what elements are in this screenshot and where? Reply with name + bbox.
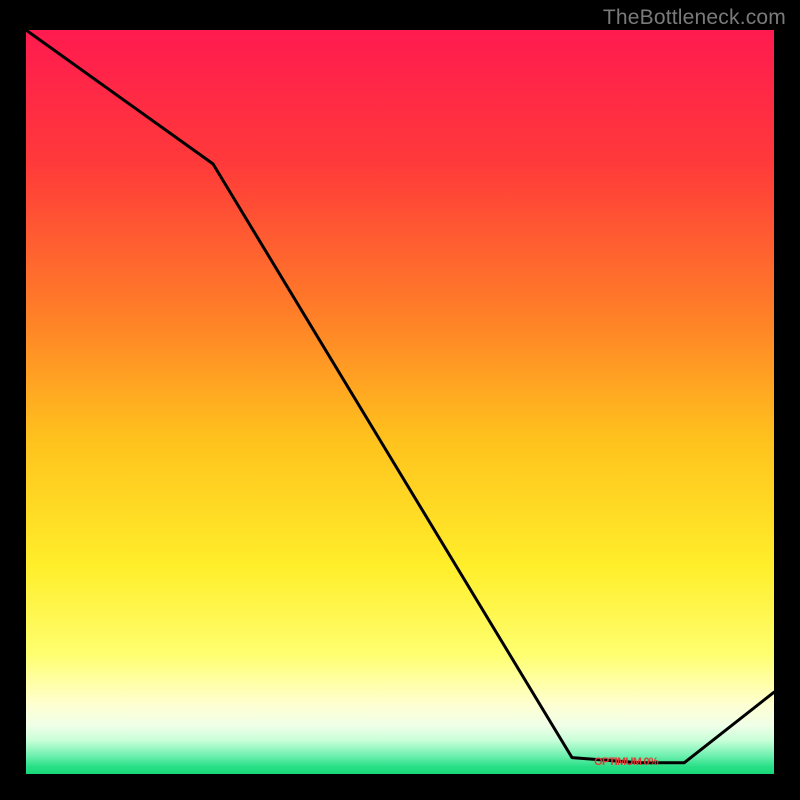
plot-area: OPTIMUM 0%: [26, 30, 774, 774]
chart-svg: [26, 30, 774, 774]
attribution-text: TheBottleneck.com: [603, 6, 786, 30]
optimum-label: OPTIMUM 0%: [594, 756, 658, 768]
chart-container: TheBottleneck.com OPTIMUM 0%: [0, 0, 800, 800]
gradient-background: [26, 30, 774, 774]
